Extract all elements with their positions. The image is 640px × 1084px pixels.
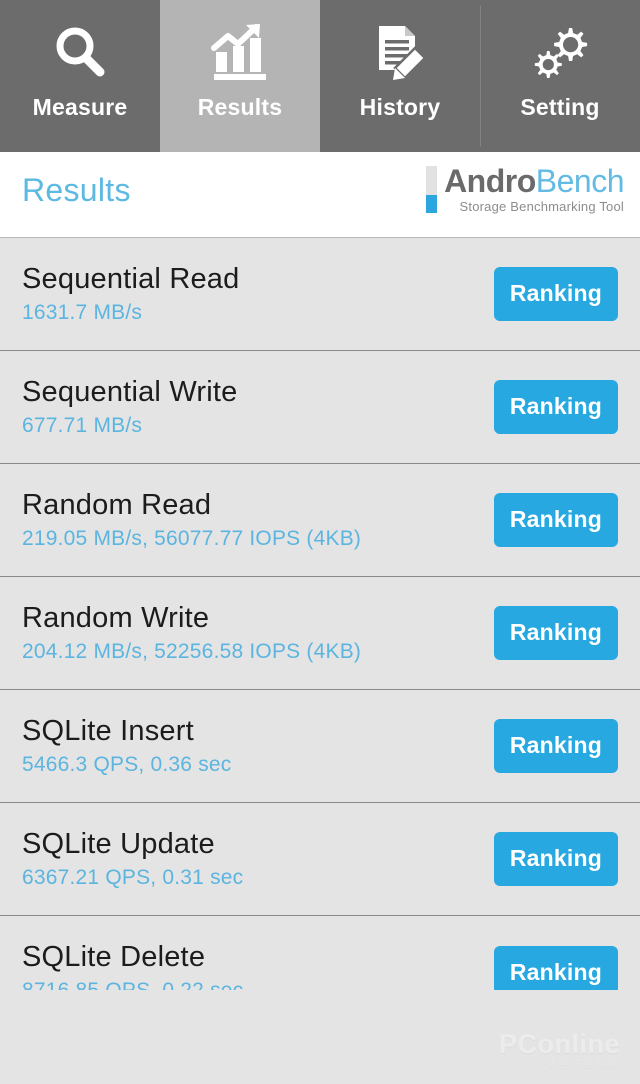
tab-measure-label: Measure (32, 94, 128, 120)
document-pencil-icon (369, 16, 431, 90)
page-header: Results AndroBench Storage Benchmarking … (0, 152, 640, 238)
logo-name-bench: Bench (535, 163, 625, 199)
tab-setting[interactable]: Setting (480, 0, 640, 152)
table-row[interactable]: Random Read 219.05 MB/s, 56077.77 IOPS (… (0, 464, 640, 577)
result-value: 6367.21 QPS, 0.31 sec (22, 865, 244, 889)
main-tabbar: Measure Results History Setting (0, 0, 640, 152)
footer-area: PConline 太平洋电脑网 (0, 990, 640, 1084)
logo-tagline: Storage Benchmarking Tool (459, 199, 624, 214)
logo-text: AndroBench Storage Benchmarking Tool (444, 164, 624, 214)
ranking-button[interactable]: Ranking (493, 832, 618, 886)
result-name: Sequential Read (22, 262, 240, 295)
ranking-button[interactable]: Ranking (493, 719, 618, 773)
androbench-logo: AndroBench Storage Benchmarking Tool (426, 164, 625, 214)
logo-name-andro: Andro (444, 163, 536, 199)
result-value: 219.05 MB/s, 56077.77 IOPS (4KB) (22, 526, 362, 550)
tab-history-label: History (359, 94, 441, 120)
logo-bar-icon (426, 166, 438, 213)
logo-name: AndroBench (444, 164, 624, 198)
result-name: SQLite Insert (22, 714, 194, 747)
ranking-button[interactable]: Ranking (493, 267, 618, 321)
result-name: SQLite Update (22, 827, 215, 860)
tab-results[interactable]: Results (160, 0, 320, 152)
gears-icon (528, 16, 592, 90)
tab-results-label: Results (197, 94, 283, 120)
result-value: 677.71 MB/s (22, 413, 143, 437)
ranking-button[interactable]: Ranking (493, 493, 618, 547)
result-info: Sequential Write 677.71 MB/s (22, 375, 237, 440)
result-name: Random Write (22, 601, 210, 634)
result-info: Random Write 204.12 MB/s, 52256.58 IOPS … (22, 601, 361, 666)
tab-setting-label: Setting (520, 94, 600, 120)
watermark-subtitle: 太平洋电脑网 (547, 1059, 620, 1069)
watermark-title: PConline (498, 1029, 620, 1059)
tab-measure[interactable]: Measure (0, 0, 160, 152)
result-name: Random Read (22, 488, 212, 521)
table-row[interactable]: Random Write 204.12 MB/s, 52256.58 IOPS … (0, 577, 640, 690)
table-row[interactable]: SQLite Insert 5466.3 QPS, 0.36 sec Ranki… (0, 690, 640, 803)
result-info: Sequential Read 1631.7 MB/s (22, 262, 239, 327)
result-value: 204.12 MB/s, 52256.58 IOPS (4KB) (22, 639, 362, 663)
result-name: Sequential Write (22, 375, 238, 408)
table-row[interactable]: SQLite Update 6367.21 QPS, 0.31 sec Rank… (0, 803, 640, 916)
result-info: SQLite Update 6367.21 QPS, 0.31 sec (22, 827, 243, 892)
result-value: 1631.7 MB/s (22, 300, 143, 324)
results-list: Sequential Read 1631.7 MB/s Ranking Sequ… (0, 238, 640, 1029)
table-row[interactable]: Sequential Write 677.71 MB/s Ranking (0, 351, 640, 464)
ranking-button[interactable]: Ranking (493, 380, 618, 434)
tab-history[interactable]: History (320, 0, 480, 152)
result-info: Random Read 219.05 MB/s, 56077.77 IOPS (… (22, 488, 361, 553)
page-title: Results (22, 172, 131, 208)
table-row[interactable]: Sequential Read 1631.7 MB/s Ranking (0, 238, 640, 351)
ranking-button[interactable]: Ranking (493, 606, 618, 660)
result-name: SQLite Delete (22, 941, 206, 973)
magnifier-icon (49, 16, 111, 90)
result-info: SQLite Insert 5466.3 QPS, 0.36 sec (22, 714, 231, 779)
pconline-watermark: PConline 太平洋电脑网 (499, 1030, 620, 1070)
result-value: 5466.3 QPS, 0.36 sec (22, 752, 232, 776)
bar-chart-icon (208, 16, 272, 90)
